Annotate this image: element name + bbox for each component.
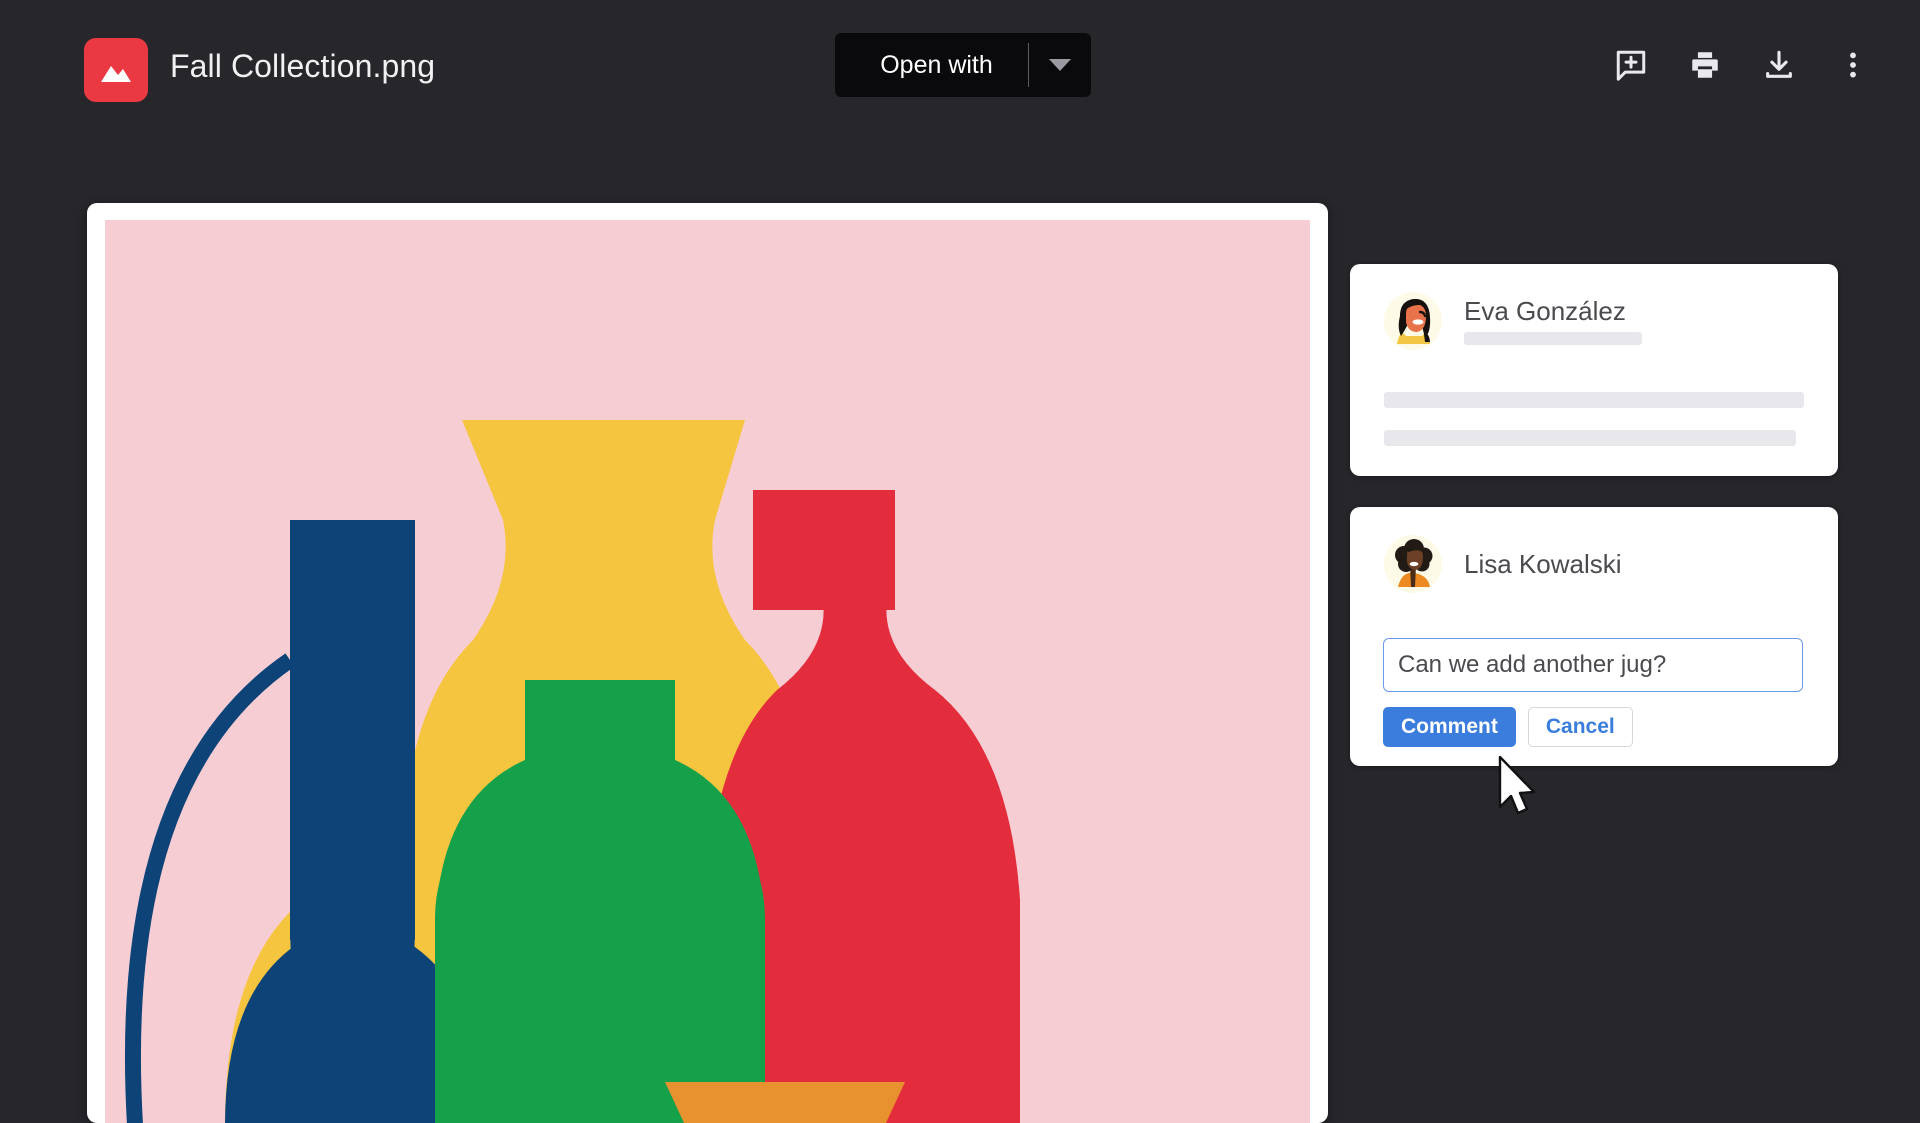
comment-author-header: Lisa Kowalski — [1384, 535, 1622, 593]
comment-timestamp-placeholder — [1464, 332, 1642, 346]
comment-author-name: Lisa Kowalski — [1464, 548, 1622, 579]
mouse-pointer-icon — [1496, 755, 1542, 826]
avatar-eva — [1384, 292, 1442, 350]
artwork-canvas — [105, 220, 1310, 1123]
comment-author-name: Eva González — [1464, 295, 1626, 326]
image-preview-frame[interactable] — [87, 203, 1328, 1123]
open-with-button[interactable]: Open with — [835, 33, 1091, 97]
download-icon — [1766, 50, 1792, 78]
print-button[interactable] — [1668, 33, 1742, 97]
comment-author-header: Eva González — [1384, 292, 1642, 350]
comment-body-placeholder-line — [1384, 392, 1804, 408]
artwork-illustration — [105, 220, 1310, 1123]
print-icon — [1692, 52, 1718, 78]
comment-actions: Comment Cancel — [1383, 707, 1633, 747]
comment-input[interactable] — [1383, 638, 1803, 692]
open-with-label: Open with — [880, 50, 993, 79]
comment-card-eva[interactable]: Eva González — [1350, 264, 1838, 476]
avatar-lisa — [1384, 535, 1442, 593]
comment-body-placeholder-line — [1384, 430, 1796, 446]
toolbar-actions — [1594, 33, 1890, 97]
image-file-icon — [84, 38, 148, 102]
comment-card-lisa[interactable]: Lisa Kowalski Comment Cancel — [1350, 507, 1838, 766]
open-with-dropdown-toggle[interactable] — [1029, 59, 1091, 71]
cancel-comment-button[interactable]: Cancel — [1527, 707, 1633, 747]
add-comment-icon — [1616, 50, 1646, 81]
top-toolbar: Fall Collection.png Open with — [0, 0, 1920, 140]
add-comment-button[interactable] — [1594, 33, 1668, 97]
more-options-icon — [1850, 52, 1856, 78]
more-options-button[interactable] — [1816, 33, 1890, 97]
chevron-down-icon — [1049, 59, 1071, 71]
submit-comment-button[interactable]: Comment — [1383, 707, 1516, 747]
page-title: Fall Collection.png — [170, 48, 436, 84]
download-button[interactable] — [1742, 33, 1816, 97]
